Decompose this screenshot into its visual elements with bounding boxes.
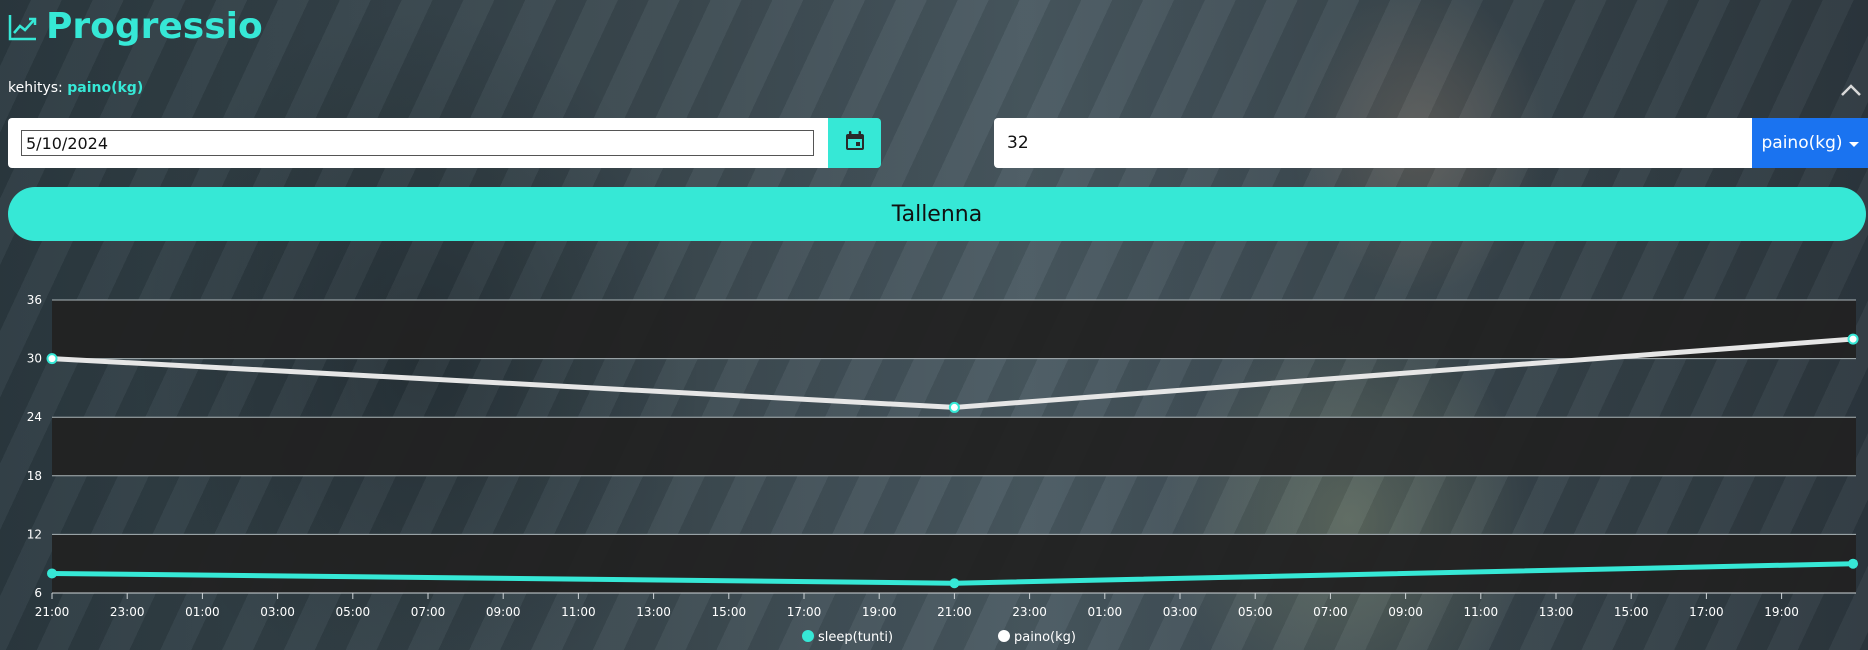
data-point [1848, 558, 1859, 569]
y-tick-label: 24 [27, 410, 42, 424]
page-title: Progressio [8, 6, 263, 47]
chart-line-icon [8, 13, 38, 41]
x-tick-label: 09:00 [486, 605, 521, 619]
x-tick-label: 23:00 [1012, 605, 1047, 619]
progress-chart: 6 12 18 24 30 36 21:00 23:00 01:00 03:00 05:00 07:0… [27, 293, 1859, 645]
calendar-button[interactable] [828, 118, 881, 168]
x-tick-label: 13:00 [636, 605, 671, 619]
legend-label: sleep(tunti) [818, 630, 893, 645]
metric-dropdown-label: paino(kg) [1761, 133, 1843, 153]
page-title-text: Progressio [46, 6, 263, 47]
x-tick-label: 09:00 [1388, 605, 1423, 619]
x-tick-label: 19:00 [1764, 605, 1799, 619]
x-tick-label: 05:00 [336, 605, 371, 619]
chart-band [52, 300, 1856, 359]
y-tick-label: 12 [27, 527, 42, 541]
x-tick-label: 11:00 [1464, 605, 1499, 619]
x-tick-label: 17:00 [1689, 605, 1724, 619]
date-field-wrapper [8, 118, 828, 168]
subtitle-label: kehitys: [8, 80, 63, 96]
amount-input-group: paino(kg) [994, 118, 1868, 168]
amount-input[interactable] [994, 118, 1752, 168]
data-point [46, 353, 58, 365]
x-tick-label: 07:00 [411, 605, 446, 619]
date-input[interactable] [21, 130, 814, 156]
x-tick-label: 03:00 [1163, 605, 1198, 619]
progress-metric-label: kehitys: paino(kg) [8, 80, 143, 96]
x-tick-label: 11:00 [561, 605, 596, 619]
save-button[interactable]: Tallenna [8, 187, 1866, 241]
y-tick-label: 36 [27, 293, 42, 307]
legend-label: paino(kg) [1014, 630, 1076, 645]
x-tick-label: 15:00 [712, 605, 747, 619]
x-tick-label: 01:00 [185, 605, 220, 619]
chevron-up-icon[interactable] [1840, 82, 1862, 96]
x-tick-label: 21:00 [937, 605, 972, 619]
chart-band [52, 417, 1856, 476]
data-point [1847, 333, 1859, 345]
caret-down-icon [1848, 141, 1859, 147]
x-tick-label: 07:00 [1313, 605, 1348, 619]
x-tick-label: 23:00 [110, 605, 145, 619]
x-tick-label: 19:00 [862, 605, 897, 619]
data-point [949, 578, 960, 589]
x-tick-label: 17:00 [787, 605, 822, 619]
x-tick-label: 13:00 [1539, 605, 1574, 619]
subtitle-metric: paino(kg) [67, 80, 144, 96]
x-tick-label: 01:00 [1088, 605, 1123, 619]
calendar-icon [844, 130, 866, 156]
y-tick-label: 30 [27, 352, 42, 366]
x-tick-label: 21:00 [35, 605, 70, 619]
legend-marker [998, 630, 1010, 642]
x-tick-label: 03:00 [260, 605, 295, 619]
progress-page: Progressio kehitys: paino(kg) 5/10/2024 … [0, 0, 1868, 650]
x-tick-label: 15:00 [1614, 605, 1649, 619]
date-picker-group [8, 118, 881, 168]
data-point [47, 568, 57, 579]
y-tick-label: 18 [27, 469, 42, 483]
legend-marker [802, 630, 814, 642]
y-tick-label: 6 [34, 586, 42, 600]
data-point [948, 401, 960, 413]
metric-dropdown-button[interactable]: paino(kg) [1752, 118, 1868, 168]
x-tick-label: 05:00 [1238, 605, 1273, 619]
